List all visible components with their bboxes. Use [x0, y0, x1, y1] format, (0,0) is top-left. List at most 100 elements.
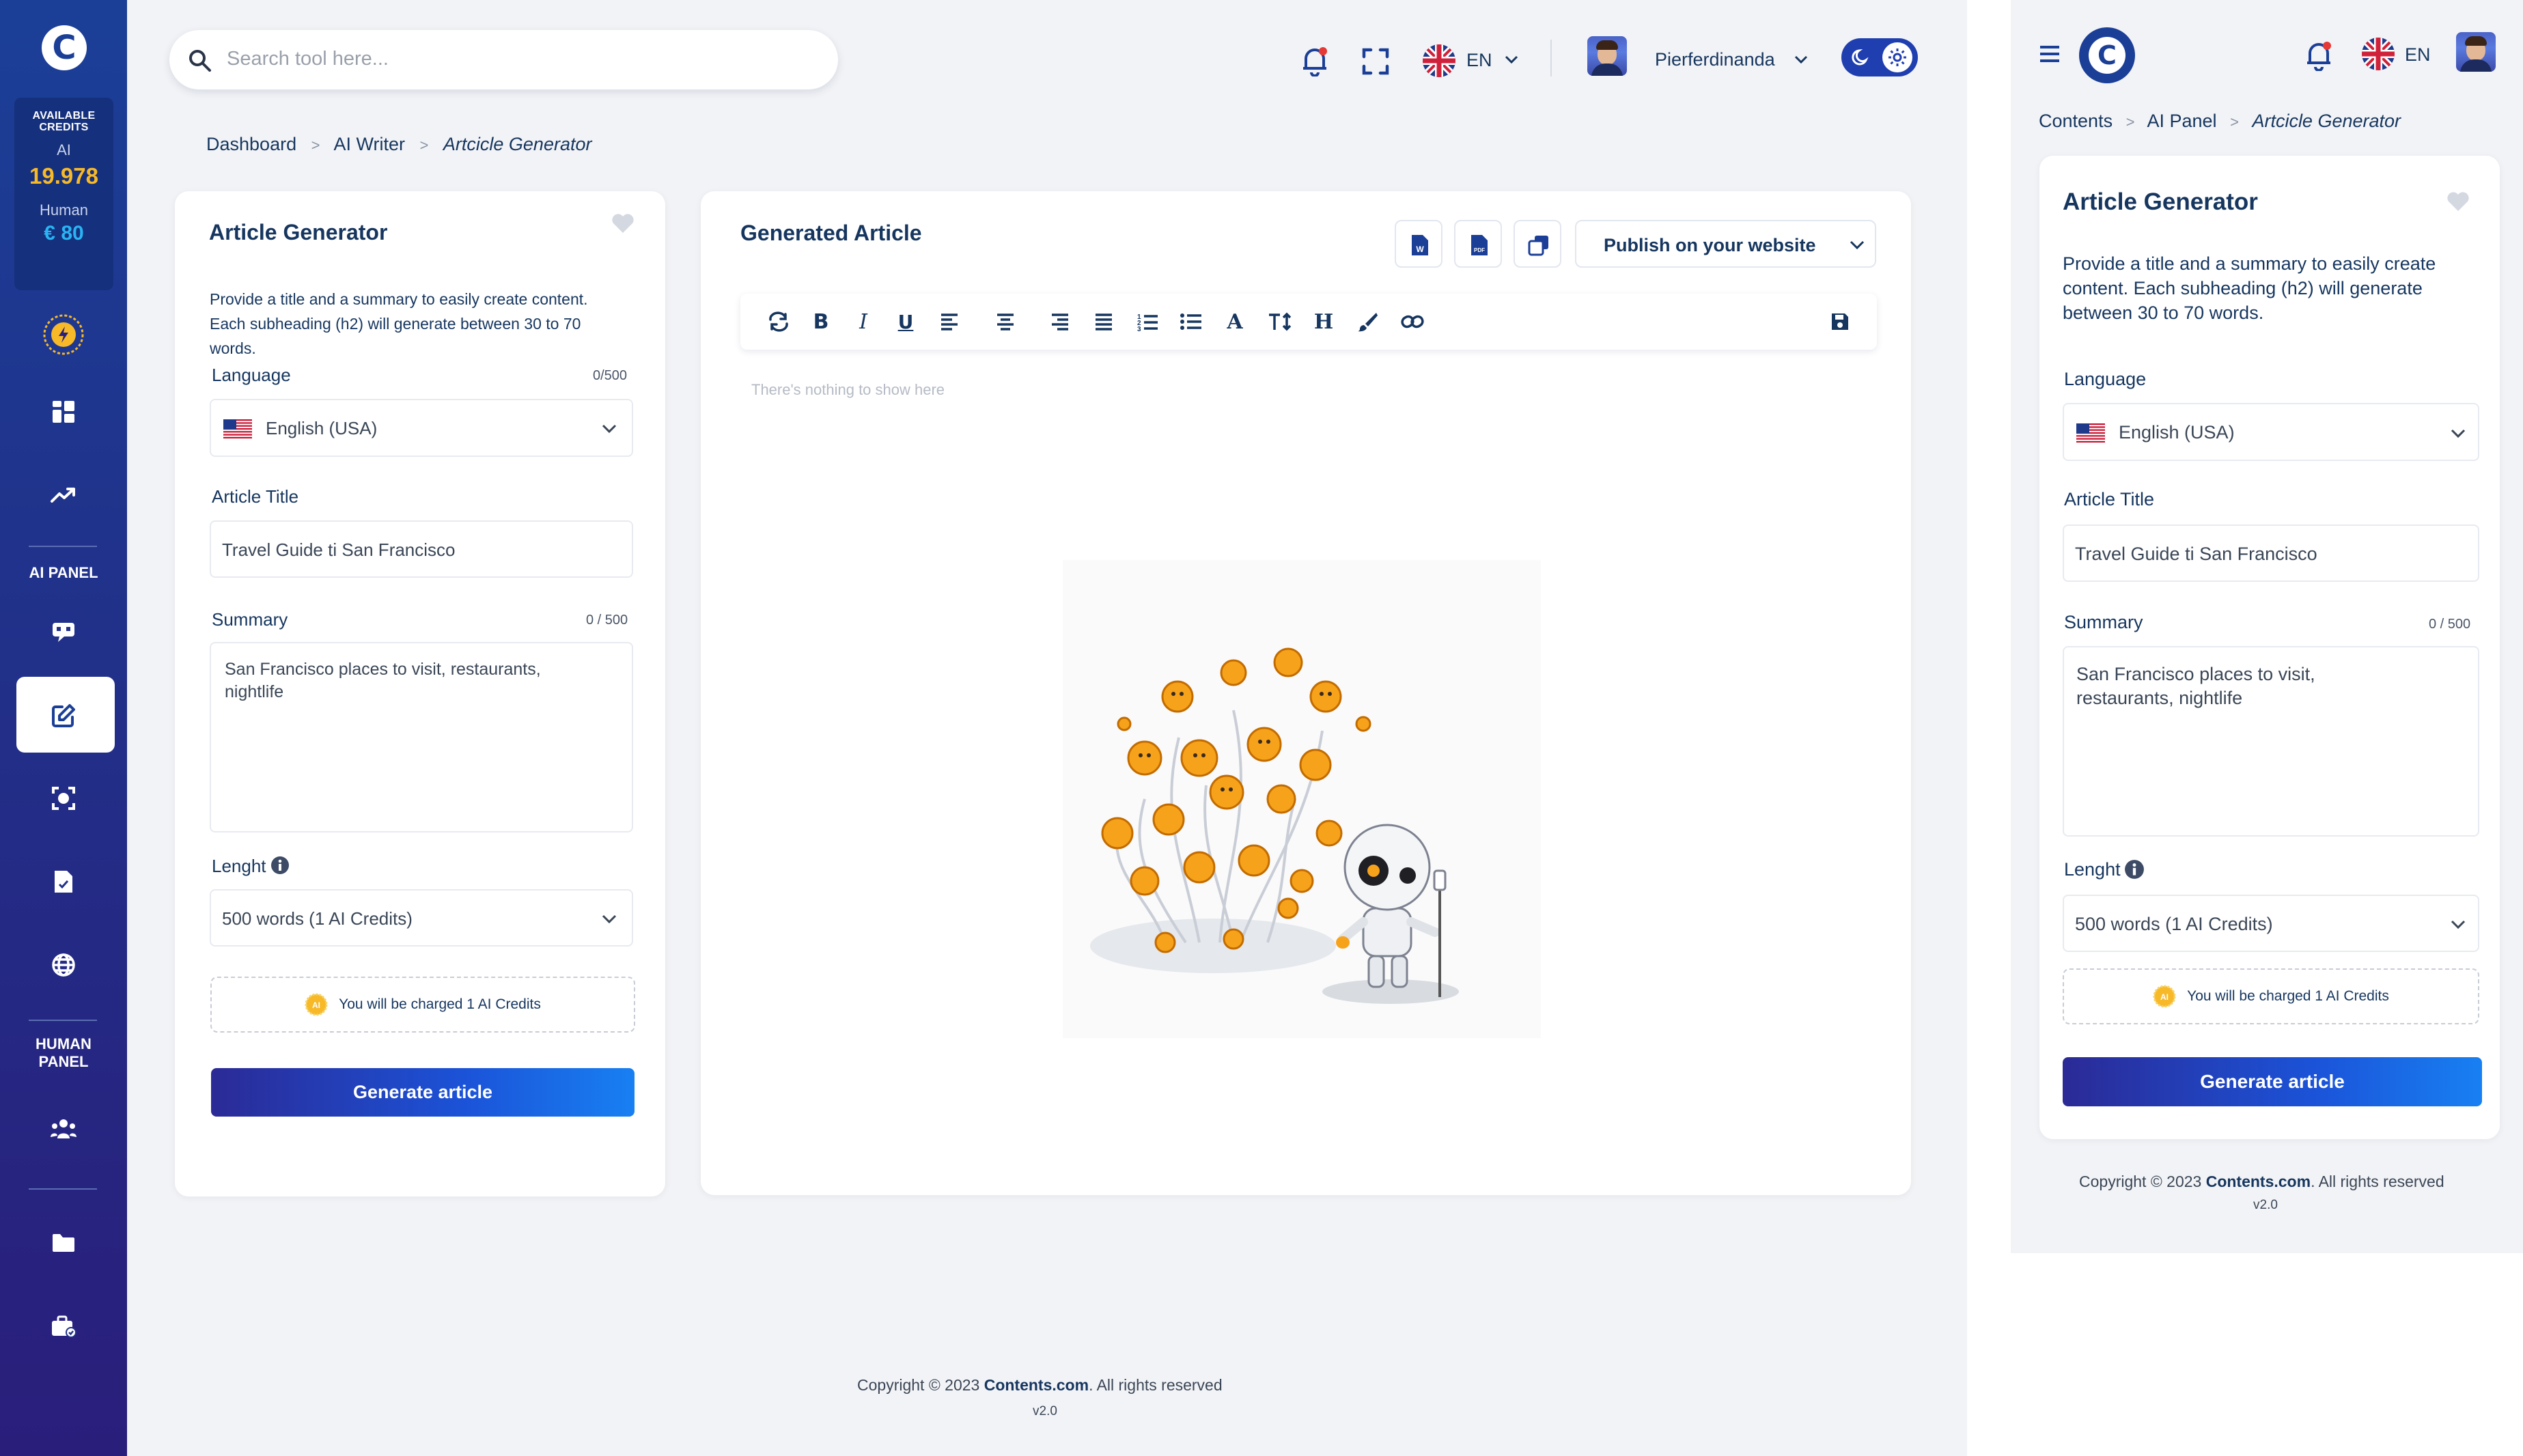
- search-input[interactable]: [227, 44, 814, 74]
- breadcrumb-item-contents[interactable]: Contents: [2039, 111, 2113, 131]
- info-icon[interactable]: [2124, 859, 2145, 880]
- pdf-file-icon: PDF: [1471, 235, 1488, 255]
- brush-icon[interactable]: [1346, 300, 1389, 344]
- logo[interactable]: C: [42, 25, 87, 70]
- publish-select[interactable]: Publish on your website: [1575, 220, 1876, 268]
- notification-bell-icon[interactable]: [2304, 40, 2333, 71]
- breadcrumb-item-dashboard[interactable]: Dashboard: [206, 134, 296, 154]
- ai-credit-badge-icon: AI: [2153, 985, 2176, 1008]
- ai-credits-value: 19.978: [29, 163, 98, 188]
- sun-icon: [1888, 48, 1906, 66]
- heart-icon[interactable]: [2447, 191, 2470, 212]
- breadcrumb-separator: >: [419, 137, 429, 154]
- copy-icon: [1528, 236, 1548, 256]
- language-code[interactable]: EN: [1466, 50, 1492, 71]
- article-generator-card: Article Generator Provide a title and a …: [2039, 156, 2500, 1139]
- topbar-divider: [1550, 40, 1552, 76]
- bold-icon[interactable]: B: [799, 300, 843, 344]
- theme-toggle[interactable]: [1841, 38, 1918, 76]
- uk-flag-icon[interactable]: [2361, 37, 2395, 71]
- sidebar-divider: [29, 546, 97, 547]
- folder-icon[interactable]: [0, 1226, 127, 1260]
- dashboard-icon[interactable]: [0, 395, 127, 429]
- svg-text:PDF: PDF: [1474, 247, 1485, 253]
- export-word-button[interactable]: W: [1395, 220, 1442, 268]
- link-icon[interactable]: [1391, 300, 1434, 344]
- underline-icon[interactable]: U: [884, 300, 928, 344]
- unordered-list-icon[interactable]: [1169, 300, 1213, 344]
- footer-brand-link[interactable]: Contents.com: [2206, 1173, 2311, 1190]
- language-select[interactable]: English (USA): [2063, 403, 2479, 461]
- logo[interactable]: C: [2079, 27, 2135, 83]
- avatar[interactable]: [2456, 32, 2496, 72]
- heading-icon[interactable]: H: [1302, 300, 1346, 344]
- human-credits-label: Human: [40, 201, 88, 219]
- copyright-prefix: Copyright © 2023: [857, 1376, 980, 1394]
- trending-up-icon[interactable]: [0, 478, 127, 512]
- length-value: 500 words (1 AI Credits): [222, 908, 413, 929]
- credit-charge-text: You will be charged 1 AI Credits: [2187, 988, 2389, 1004]
- credits-panel: AVAILABLE CREDITS AI 19.978 Human € 80: [14, 98, 113, 290]
- font-icon[interactable]: A: [1213, 300, 1257, 344]
- globe-icon[interactable]: [0, 948, 127, 982]
- breadcrumb: Contents > AI Panel > Artcicle Generator: [2039, 111, 2401, 132]
- uk-flag-icon[interactable]: [1422, 44, 1456, 78]
- info-icon[interactable]: [270, 856, 290, 875]
- ai-panel-label: AI PANEL: [29, 564, 98, 581]
- summary-textarea[interactable]: San Francisco places to visit, restauran…: [210, 642, 633, 832]
- breadcrumb-separator: >: [2230, 113, 2239, 130]
- length-select[interactable]: 500 words (1 AI Credits): [210, 889, 633, 947]
- article-title-input[interactable]: Travel Guide ti San Francisco: [2063, 524, 2479, 582]
- summary-textarea[interactable]: San Francisco places to visit, restauran…: [2063, 646, 2479, 837]
- summary-value: San Francisco places to visit, restauran…: [225, 660, 541, 701]
- fullscreen-icon[interactable]: [1362, 48, 1389, 75]
- length-select[interactable]: 500 words (1 AI Credits): [2063, 895, 2479, 952]
- footer: Copyright © 2023 Contents.com. All right…: [857, 1376, 1223, 1395]
- logo-icon: C: [52, 29, 76, 67]
- redo-icon[interactable]: [757, 300, 800, 344]
- chevron-down-icon[interactable]: [1505, 55, 1518, 64]
- article-generator-card: Article Generator Provide a title and a …: [175, 191, 665, 1196]
- breadcrumb-item-ai-panel[interactable]: AI Panel: [2147, 111, 2216, 131]
- italic-icon[interactable]: I: [841, 300, 885, 344]
- bolt-icon[interactable]: [0, 312, 127, 357]
- heart-icon[interactable]: [611, 213, 635, 234]
- card-description: Provide a title and a summary to easily …: [210, 290, 588, 357]
- text-height-icon[interactable]: [1258, 300, 1302, 344]
- people-icon[interactable]: [0, 1112, 127, 1146]
- chevron-down-icon: [2451, 920, 2466, 929]
- save-icon[interactable]: [1818, 300, 1862, 344]
- language-select[interactable]: English (USA): [210, 399, 633, 457]
- version: v2.0: [2253, 1198, 2278, 1212]
- copyright-suffix: . All rights reserved: [2311, 1173, 2444, 1190]
- generate-article-button[interactable]: Generate article: [2063, 1057, 2482, 1106]
- briefcase-check-icon[interactable]: [0, 1310, 127, 1344]
- desktop-view: C AVAILABLE CREDITS AI 19.978 Human € 80…: [0, 0, 1967, 1456]
- human-panel-label: HUMAN PANEL: [36, 1035, 92, 1070]
- breadcrumb-item-ai-writer[interactable]: AI Writer: [333, 134, 405, 154]
- generated-article-card: Generated Article W PDF Publish on your …: [701, 191, 1911, 1195]
- align-left-icon[interactable]: [928, 300, 971, 344]
- scan-icon[interactable]: [0, 781, 127, 815]
- export-pdf-button[interactable]: PDF: [1454, 220, 1502, 268]
- chatbot-icon[interactable]: [0, 615, 127, 649]
- username[interactable]: Pierferdinanda: [1655, 49, 1775, 70]
- robot-illustration: [1063, 560, 1541, 1038]
- svg-text:3: 3: [1137, 326, 1141, 331]
- hamburger-menu-icon[interactable]: [2039, 45, 2060, 63]
- ordered-list-icon[interactable]: 123: [1126, 300, 1169, 344]
- align-center-icon[interactable]: [984, 300, 1027, 344]
- copy-button[interactable]: [1514, 220, 1561, 268]
- footer-brand-link[interactable]: Contents.com: [984, 1376, 1089, 1394]
- summary-label: Summary: [212, 609, 288, 630]
- article-title-input[interactable]: Travel Guide ti San Francisco: [210, 520, 633, 578]
- align-right-icon[interactable]: [1038, 300, 1082, 344]
- language-code[interactable]: EN: [2405, 44, 2431, 66]
- chevron-down-icon[interactable]: [1794, 55, 1808, 64]
- notification-bell-icon[interactable]: [1300, 45, 1329, 76]
- empty-state-text: There's nothing to show here: [751, 381, 945, 398]
- avatar[interactable]: [1587, 36, 1627, 76]
- align-justify-icon[interactable]: [1082, 300, 1126, 344]
- document-icon[interactable]: [0, 865, 127, 899]
- generate-article-button[interactable]: Generate article: [211, 1068, 635, 1117]
